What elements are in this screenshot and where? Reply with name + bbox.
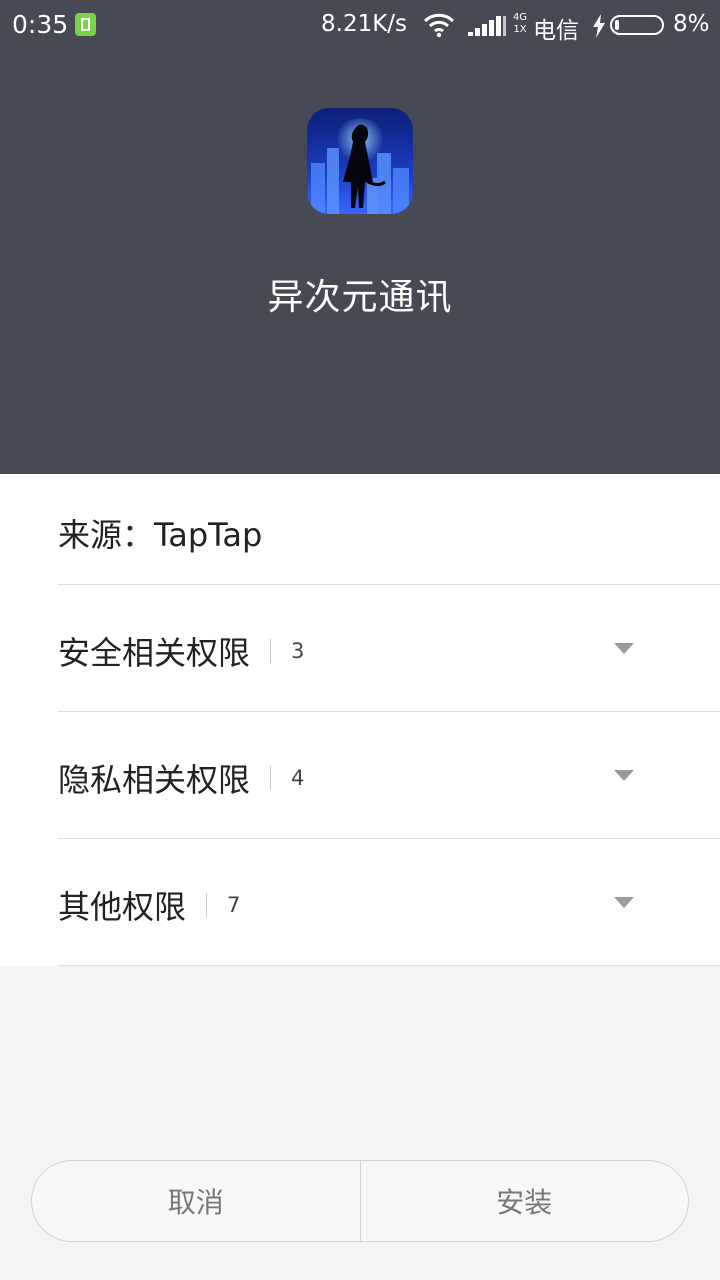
chevron-down-icon[interactable] [614,770,634,781]
app-name: 异次元通讯 [267,277,453,318]
permission-row-privacy[interactable]: 隐私相关权限 4 [58,712,720,839]
battery-fill [615,20,619,30]
network-speed: 8.21K/s [321,11,408,37]
battery-icon [610,15,664,35]
permission-separator [270,639,272,663]
permission-count: 4 [291,766,305,790]
network-type: 4G 1X [512,12,528,36]
app-notification-icon [75,13,96,36]
installer-header: 0:35 8.21K/s 4G 1X 电信 8% 异次元通讯 [0,0,720,474]
permission-row-security[interactable]: 安全相关权限 3 [58,585,720,712]
cancel-button[interactable]: 取消 [32,1161,360,1241]
status-bar: 0:35 8.21K/s 4G 1X 电信 8% [0,0,720,52]
permission-label-container: 其他权限 7 [58,882,240,928]
charging-icon [593,14,605,38]
app-icon [307,108,413,214]
permission-separator [206,893,208,917]
permission-label: 隐私相关权限 [58,761,251,799]
app-icon-artwork [307,108,413,214]
permission-count: 3 [291,639,305,663]
permission-label: 其他权限 [58,888,187,926]
source-label: 来源：TapTap [58,516,263,554]
permission-row-other[interactable]: 其他权限 7 [58,839,720,966]
network-type-bottom: 1X [513,24,527,35]
permission-separator [270,766,272,790]
permission-label-container: 隐私相关权限 4 [58,755,304,801]
permission-label: 安全相关权限 [58,634,251,672]
source-row: 来源：TapTap [58,474,720,585]
install-button[interactable]: 安装 [361,1161,689,1241]
network-type-top: 4G [512,12,528,23]
wifi-icon [423,13,455,38]
permission-label-container: 安全相关权限 3 [58,628,304,674]
battery-percent: 8% [673,11,710,37]
permission-count: 7 [227,893,241,917]
action-button-group: 取消 安装 [31,1160,689,1242]
carrier-name: 电信 [533,18,579,44]
signal-icon [468,16,506,36]
permission-panel: 来源：TapTap 安全相关权限 3 隐私相关权限 4 其他权限 7 [0,474,720,966]
chevron-down-icon[interactable] [614,643,634,654]
chevron-down-icon[interactable] [614,897,634,908]
status-time: 0:35 [12,10,69,39]
